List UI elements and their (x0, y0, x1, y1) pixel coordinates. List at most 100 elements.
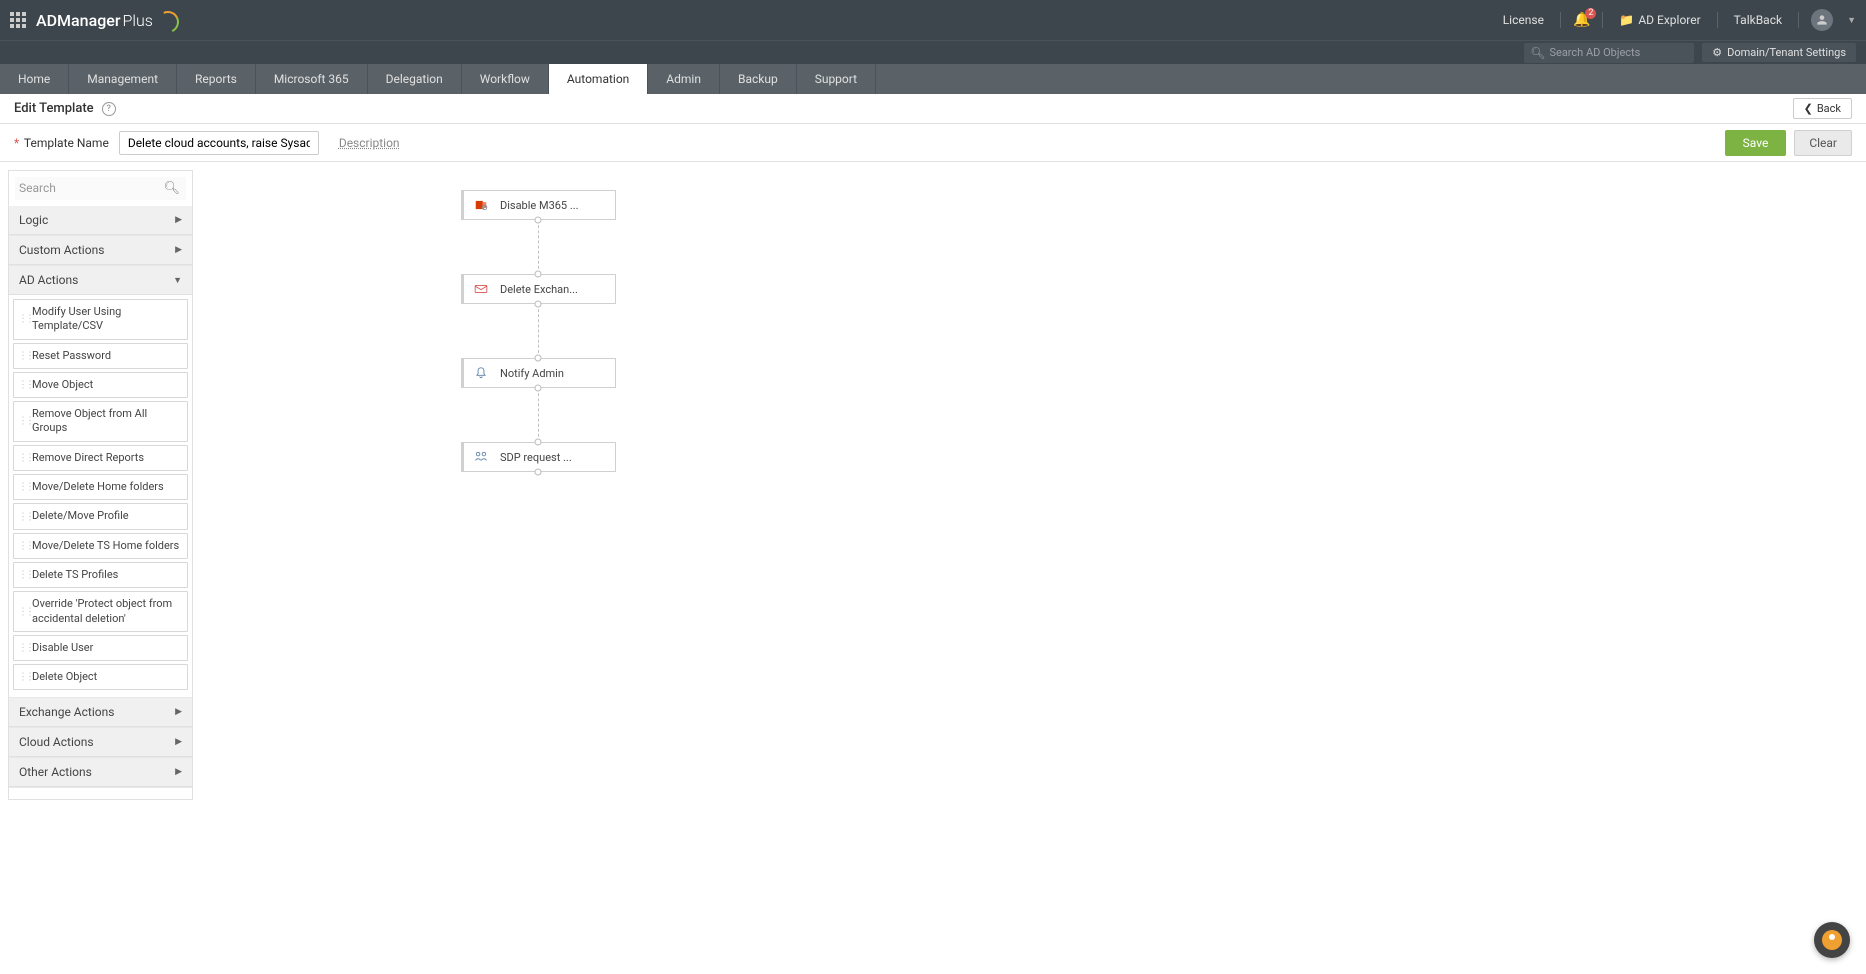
apps-grid-icon[interactable] (10, 12, 26, 28)
action-delete-profile[interactable]: Delete/Move Profile (13, 503, 188, 529)
gear-icon: ⚙ (1712, 46, 1722, 59)
nav-tabs: Home Management Reports Microsoft 365 De… (0, 64, 1866, 94)
tab-backup[interactable]: Backup (720, 64, 797, 94)
brand-suffix: Plus (123, 11, 153, 30)
form-row: * Template Name Description Save Clear (0, 124, 1866, 162)
accordion-custom: Custom Actions ▶ (9, 236, 192, 266)
page-title: Edit Template (14, 101, 94, 116)
flow-node-disable-m365[interactable]: Disable M365 ... (461, 190, 616, 220)
tab-reports[interactable]: Reports (177, 64, 256, 94)
action-remove-reports[interactable]: Remove Direct Reports (13, 445, 188, 471)
m365-icon (474, 198, 488, 212)
action-reset-password[interactable]: Reset Password (13, 343, 188, 369)
chevron-right-icon: ▶ (175, 707, 182, 717)
chevron-right-icon: ▶ (175, 245, 182, 255)
accordion-ad: AD Actions ▼ Modify User Using Template/… (9, 266, 192, 698)
description-link[interactable]: Description (339, 136, 400, 150)
back-button[interactable]: ❮ Back (1793, 98, 1852, 119)
brand-logo: ADManager Plus (36, 11, 175, 30)
action-modify-user[interactable]: Modify User Using Template/CSV (13, 299, 188, 340)
flow-connector (538, 220, 539, 274)
page-header: Edit Template ? ❮ Back (0, 94, 1866, 124)
required-star: * (14, 136, 19, 150)
sidebar-search-input[interactable] (15, 177, 186, 200)
subheader: 🔍︎ ⚙ Domain/Tenant Settings (0, 40, 1866, 64)
chevron-down-icon: ▼ (173, 275, 182, 286)
search-icon[interactable]: 🔍︎ (163, 181, 180, 196)
node-label: SDP request ... (500, 451, 572, 464)
tab-home[interactable]: Home (0, 64, 69, 94)
talkback-link[interactable]: TalkBack (1730, 13, 1786, 27)
action-move-home[interactable]: Move/Delete Home folders (13, 474, 188, 500)
separator (1798, 12, 1799, 28)
form-row-left: * Template Name Description (14, 131, 400, 155)
license-link[interactable]: License (1499, 13, 1548, 27)
tab-management[interactable]: Management (69, 64, 177, 94)
tab-support[interactable]: Support (797, 64, 876, 94)
flow-canvas[interactable]: Disable M365 ... Delete Exchan... Notify… (201, 170, 1858, 966)
tab-delegation[interactable]: Delegation (368, 64, 462, 94)
clear-button[interactable]: Clear (1794, 130, 1852, 156)
chevron-left-icon: ❮ (1804, 102, 1813, 115)
domain-settings-button[interactable]: ⚙ Domain/Tenant Settings (1702, 43, 1856, 62)
topbar-left: ADManager Plus (10, 11, 175, 30)
action-move-ts-home[interactable]: Move/Delete TS Home folders (13, 533, 188, 559)
flow-node-sdp-request[interactable]: SDP request ... (461, 442, 616, 472)
flow-dot (535, 217, 542, 224)
flow-dot (535, 469, 542, 476)
form-row-right: Save Clear (1725, 130, 1852, 156)
sidebar-search-container: 🔍︎ (9, 171, 192, 206)
separator (1560, 12, 1561, 28)
chevron-right-icon: ▶ (175, 767, 182, 777)
flow-dot (535, 301, 542, 308)
template-name-input[interactable] (119, 131, 319, 155)
accordion-body-ad: Modify User Using Template/CSV Reset Pas… (9, 295, 192, 697)
ad-explorer-link[interactable]: 📁 AD Explorer (1615, 13, 1704, 27)
chevron-down-icon[interactable]: ▼ (1847, 15, 1856, 26)
user-avatar[interactable] (1811, 9, 1833, 31)
chevron-right-icon: ▶ (175, 215, 182, 225)
bell-icon (474, 366, 488, 380)
accordion-header-ad[interactable]: AD Actions ▼ (9, 266, 192, 295)
save-button[interactable]: Save (1725, 130, 1787, 156)
flow-connector (538, 304, 539, 358)
separator (1717, 12, 1718, 28)
action-remove-groups[interactable]: Remove Object from All Groups (13, 401, 188, 442)
accordion-header-exchange[interactable]: Exchange Actions ▶ (9, 698, 192, 727)
action-move-object[interactable]: Move Object (13, 372, 188, 398)
search-icon: 🔍︎ (1530, 46, 1545, 60)
flow-connector (538, 388, 539, 442)
flow-node-delete-exchange[interactable]: Delete Exchan... (461, 274, 616, 304)
action-delete-ts-profile[interactable]: Delete TS Profiles (13, 562, 188, 588)
flow-dot (535, 271, 542, 278)
flow-node-notify-admin[interactable]: Notify Admin (461, 358, 616, 388)
accordion-logic: Logic ▶ (9, 206, 192, 236)
page-header-left: Edit Template ? (14, 101, 116, 116)
accordion-other: Other Actions ▶ (9, 758, 192, 788)
accordion-header-logic[interactable]: Logic ▶ (9, 206, 192, 235)
search-ad-container: 🔍︎ (1524, 43, 1694, 63)
search-ad-input[interactable] (1549, 46, 1688, 59)
separator (1602, 12, 1603, 28)
node-label: Delete Exchan... (500, 283, 578, 296)
notification-button[interactable]: 🔔 2 (1573, 12, 1590, 28)
main-content: 🔍︎ Logic ▶ Custom Actions ▶ AD Actions ▼… (0, 162, 1866, 974)
tab-automation[interactable]: Automation (549, 64, 648, 94)
tab-microsoft365[interactable]: Microsoft 365 (256, 64, 368, 94)
accordion-header-other[interactable]: Other Actions ▶ (9, 758, 192, 787)
sdp-icon (474, 450, 488, 464)
flow-dot (535, 385, 542, 392)
person-icon (1815, 13, 1829, 27)
accordion-header-custom[interactable]: Custom Actions ▶ (9, 236, 192, 265)
accordion-header-cloud[interactable]: Cloud Actions ▶ (9, 728, 192, 757)
action-disable-user[interactable]: Disable User (13, 635, 188, 661)
folder-icon: 📁 (1619, 13, 1634, 27)
node-label: Disable M365 ... (500, 199, 579, 212)
action-delete-object[interactable]: Delete Object (13, 664, 188, 690)
action-override-protect[interactable]: Override 'Protect object from accidental… (13, 591, 188, 632)
tab-workflow[interactable]: Workflow (462, 64, 549, 94)
tab-admin[interactable]: Admin (648, 64, 720, 94)
help-icon[interactable]: ? (102, 102, 116, 116)
floating-help-button[interactable] (1814, 922, 1850, 958)
node-label: Notify Admin (500, 367, 564, 380)
